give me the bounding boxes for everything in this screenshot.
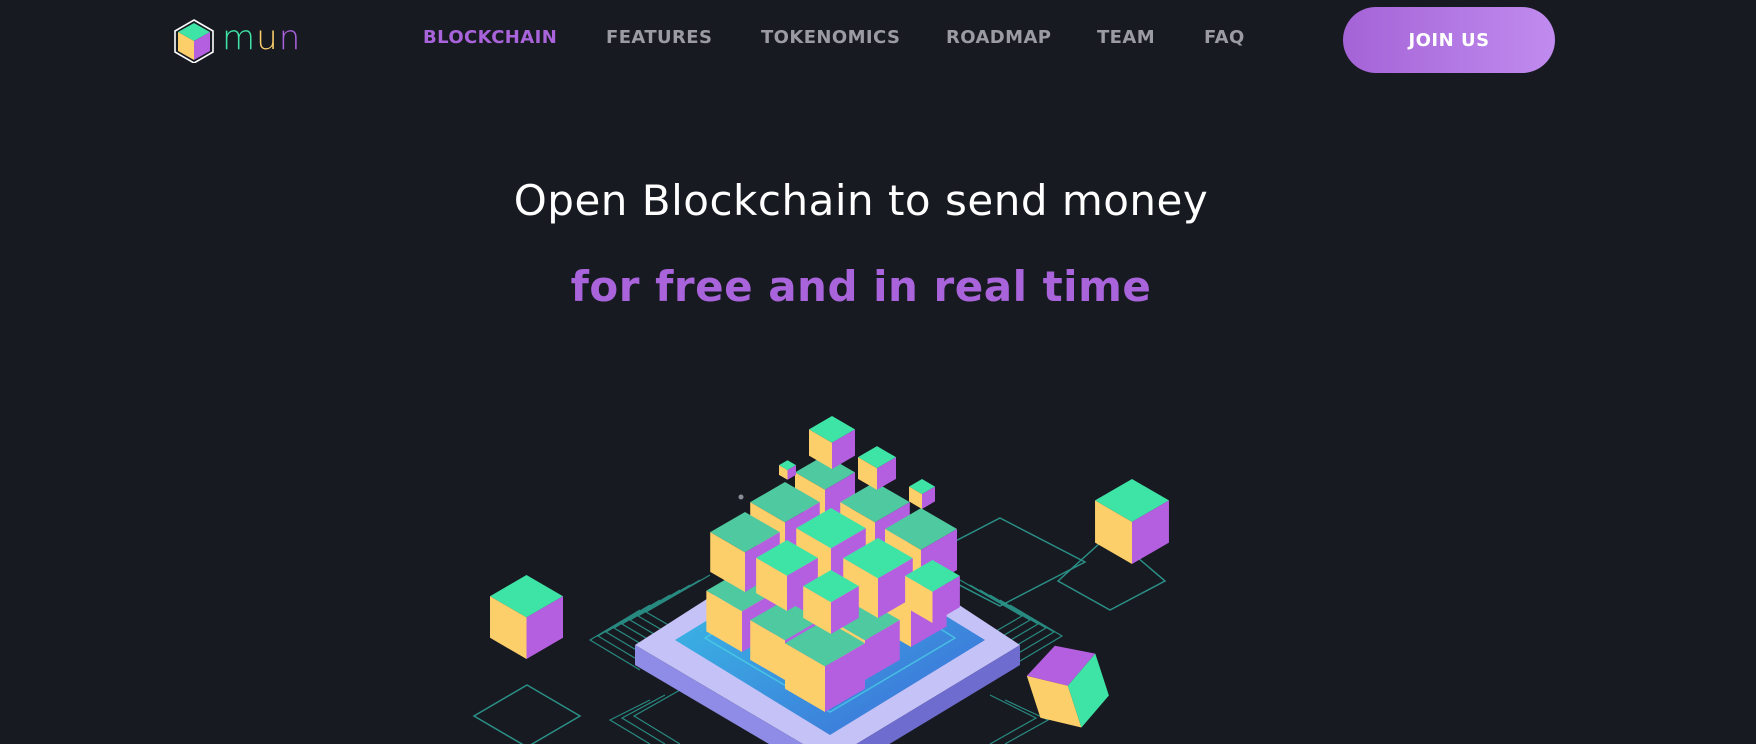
particle-dot (738, 494, 744, 500)
floating-cube-right (1095, 479, 1169, 564)
floating-cube-tilted (1026, 645, 1109, 728)
floating-cube-left (490, 575, 563, 659)
isometric-blockchain-cubes-illustration (472, 416, 1169, 744)
landing-page: mun BLOCKCHAIN FEATURES TOKENOMICS ROADM… (0, 0, 1756, 744)
